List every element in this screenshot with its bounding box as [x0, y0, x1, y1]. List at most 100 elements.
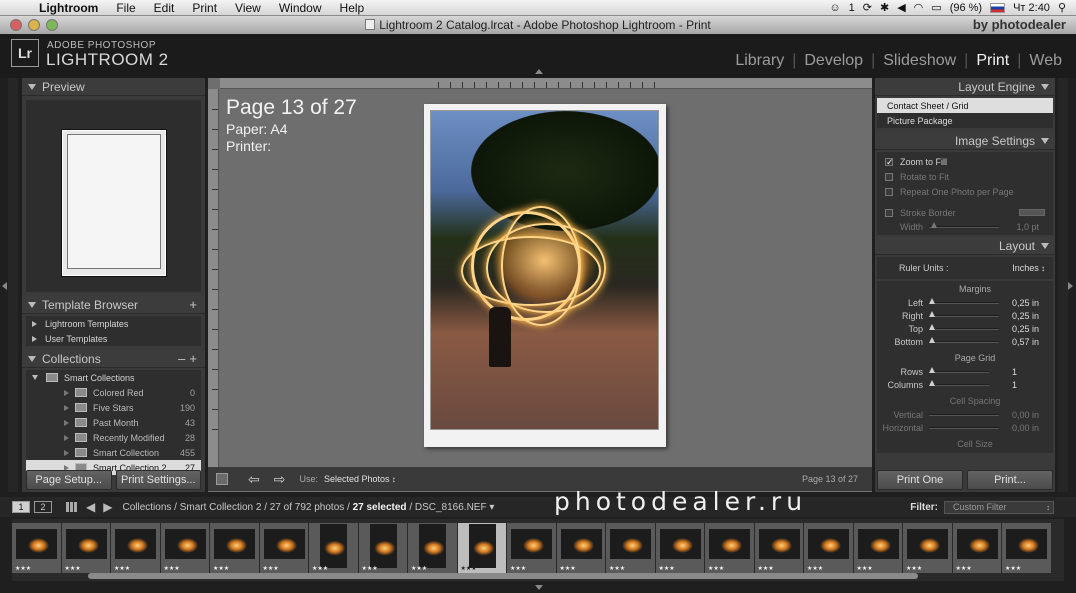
checkbox-icon[interactable] [885, 208, 893, 217]
film-thumbnail[interactable]: ★★★ [210, 523, 260, 573]
left-panel-toggle-icon[interactable] [2, 282, 7, 290]
expand-arrow-icon[interactable] [32, 320, 37, 327]
smart-collections-folder[interactable]: Smart Collections [26, 370, 201, 385]
battery-icon[interactable]: ▭ [931, 1, 941, 14]
menu-edit[interactable]: Edit [145, 1, 184, 15]
expand-arrow-icon[interactable] [32, 375, 38, 380]
slider-knob-icon[interactable] [929, 323, 935, 330]
film-thumbnail[interactable]: ★★★ [358, 523, 408, 573]
preview-header[interactable]: Preview [22, 78, 205, 96]
stroke-width-slider[interactable]: Width 1,0 pt [877, 220, 1053, 233]
collection-item[interactable]: Five Stars 190 [26, 400, 201, 415]
engine-contact-sheet[interactable]: Contact Sheet / Grid [877, 98, 1053, 113]
print-page[interactable] [424, 104, 666, 447]
columns-slider[interactable]: Columns 1 [877, 378, 1053, 391]
checkbox-icon[interactable] [885, 187, 893, 196]
engine-picture-package[interactable]: Picture Package [877, 113, 1053, 128]
sync-icon[interactable]: ⟳ [863, 1, 872, 14]
film-thumbnail[interactable]: ★★★ [952, 523, 1002, 573]
layout-engine-header[interactable]: Layout Engine [875, 78, 1055, 96]
skype-icon[interactable]: ☺ [829, 2, 840, 14]
margin-left-slider[interactable]: Left 0,25 in [877, 296, 1053, 309]
film-thumbnail[interactable]: ★★★ [705, 523, 755, 573]
film-thumbnail[interactable]: ★★★ [903, 523, 953, 573]
ruler-units-select[interactable]: Inches [1012, 263, 1045, 273]
slider-knob-icon[interactable] [929, 366, 935, 373]
print-button[interactable]: Print... [967, 470, 1053, 490]
margin-bottom-slider[interactable]: Bottom 0,57 in [877, 335, 1053, 348]
slider-knob-icon[interactable] [929, 379, 935, 386]
print-photo[interactable] [430, 110, 659, 430]
print-one-button[interactable]: Print One [877, 470, 963, 490]
use-select[interactable]: Selected Photos [324, 474, 396, 484]
vertical-spacing-slider[interactable]: Vertical 0,00 in [877, 408, 1053, 421]
film-thumbnail[interactable]: ★★★ [655, 523, 705, 573]
bluetooth-icon[interactable]: ✱ [880, 1, 889, 14]
rows-slider[interactable]: Rows 1 [877, 365, 1053, 378]
slider-knob-icon[interactable] [929, 336, 935, 343]
back-arrow-icon[interactable]: ◀ [86, 500, 95, 514]
menu-help[interactable]: Help [331, 1, 374, 15]
film-thumbnail[interactable]: ★★★ [556, 523, 606, 573]
print-settings-button[interactable]: Print Settings... [115, 470, 201, 490]
add-template-icon[interactable]: + [189, 297, 197, 312]
module-print[interactable]: Print [968, 52, 1017, 70]
menu-view[interactable]: View [226, 1, 270, 15]
menu-app[interactable]: Lightroom [30, 1, 107, 15]
menu-window[interactable]: Window [270, 1, 331, 15]
module-slideshow[interactable]: Slideshow [875, 52, 964, 70]
previous-page-icon[interactable]: ⇦ [248, 471, 260, 488]
film-thumbnail-active[interactable]: ★★★ [457, 523, 507, 573]
film-thumbnail[interactable]: ★★★ [61, 523, 111, 573]
film-thumbnail[interactable]: ★★★ [408, 523, 458, 573]
collections-header[interactable]: Collections – + [22, 350, 205, 368]
layout-header[interactable]: Layout [875, 237, 1055, 255]
spotlight-icon[interactable]: ⚲ [1058, 1, 1066, 14]
horizontal-spacing-slider[interactable]: Horizontal 0,00 in [877, 421, 1053, 434]
template-folder-user[interactable]: User Templates [26, 331, 201, 346]
slider-knob-icon[interactable] [931, 221, 937, 228]
module-develop[interactable]: Develop [796, 52, 871, 70]
film-thumbnail[interactable]: ★★★ [12, 523, 62, 573]
stroke-border-row[interactable]: Stroke Border [877, 205, 1053, 220]
film-thumbnail[interactable]: ★★★ [853, 523, 903, 573]
template-browser-header[interactable]: Template Browser + [22, 296, 205, 314]
film-thumbnail[interactable]: ★★★ [507, 523, 557, 573]
module-library[interactable]: Library [727, 52, 792, 70]
expand-arrow-icon[interactable] [32, 335, 37, 342]
volume-icon[interactable]: ◀ [897, 1, 905, 14]
filmstrip-scrollbar[interactable] [88, 573, 918, 579]
page-setup-button[interactable]: Page Setup... [26, 470, 112, 490]
bottom-panel-toggle-icon[interactable] [535, 585, 543, 590]
margin-top-slider[interactable]: Top 0,25 in [877, 322, 1053, 335]
top-panel-toggle-icon[interactable] [535, 69, 543, 74]
film-thumbnail[interactable]: ★★★ [111, 523, 161, 573]
collection-item[interactable]: Past Month 43 [26, 415, 201, 430]
menu-file[interactable]: File [107, 1, 144, 15]
stop-icon[interactable] [216, 473, 228, 485]
menu-print[interactable]: Print [183, 1, 226, 15]
margin-right-slider[interactable]: Right 0,25 in [877, 309, 1053, 322]
slider-track[interactable] [929, 221, 999, 228]
checkbox-icon[interactable] [885, 172, 893, 181]
repeat-one-row[interactable]: Repeat One Photo per Page [877, 184, 1053, 199]
source-path[interactable]: Collections / Smart Collection 2 / 27 of… [122, 502, 494, 513]
right-panel-toggle-icon[interactable] [1068, 282, 1073, 290]
film-thumbnail[interactable]: ★★★ [804, 523, 854, 573]
left-edge[interactable] [8, 78, 18, 492]
add-collection-icon[interactable]: + [189, 351, 197, 366]
grid-view-icon[interactable] [66, 502, 78, 512]
slider-knob-icon[interactable] [929, 310, 935, 317]
image-settings-header[interactable]: Image Settings [875, 132, 1055, 150]
clock[interactable]: Чт 2:40 [1013, 2, 1050, 14]
right-edge[interactable] [1058, 78, 1068, 492]
slider-knob-icon[interactable] [929, 297, 935, 304]
film-thumbnail[interactable]: ★★★ [160, 523, 210, 573]
film-thumbnail[interactable]: ★★★ [309, 523, 359, 573]
template-folder-lightroom[interactable]: Lightroom Templates [26, 316, 201, 331]
film-thumbnail[interactable]: ★★★ [606, 523, 656, 573]
collection-item[interactable]: Recently Modified 28 [26, 430, 201, 445]
film-thumbnail[interactable]: ★★★ [1002, 523, 1052, 573]
collection-item[interactable]: Smart Collection 455 [26, 445, 201, 460]
checkbox-checked-icon[interactable]: ✓ [885, 157, 894, 166]
